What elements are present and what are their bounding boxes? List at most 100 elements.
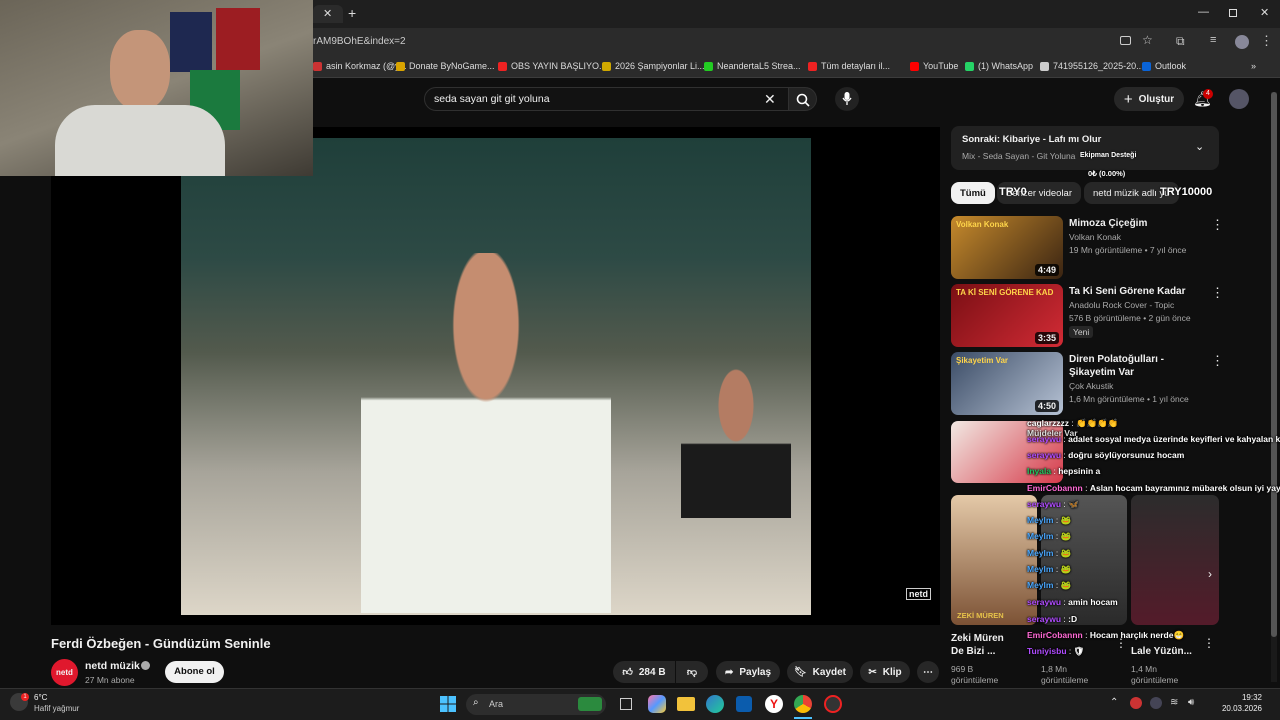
edge-icon[interactable] — [706, 695, 724, 713]
bookmark-favicon-icon — [1142, 61, 1151, 71]
short-title[interactable]: Lale Yüzün... — [1131, 646, 1192, 657]
voice-search-button[interactable] — [835, 87, 859, 111]
star-icon[interactable]: ☆ — [1142, 33, 1153, 47]
chat-username: EmirCobannn — [1027, 630, 1083, 640]
minimize-icon[interactable]: — — [1198, 6, 1209, 18]
bookmark-item[interactable]: Tüm detayları il... — [808, 61, 890, 71]
search-button[interactable] — [789, 87, 817, 111]
kebab-icon[interactable]: ⋮ — [1211, 217, 1224, 233]
chevron-right-icon[interactable]: › — [1208, 567, 1212, 581]
new-tab-icon[interactable]: + — [348, 5, 356, 21]
rec-thumbnail[interactable]: Volkan Konak 4:49 — [951, 216, 1063, 279]
bookmarks-overflow-icon[interactable]: » — [1251, 61, 1256, 71]
maximize-icon[interactable] — [1229, 9, 1237, 17]
short-thumb-label: ZEKİ MÜREN — [957, 611, 1004, 620]
kebab-icon[interactable]: ⋮ — [1203, 636, 1215, 650]
rec-thumbnail[interactable]: TA Kİ SENİ GÖRENE KAD 3:35 — [951, 284, 1063, 347]
tray-app-icon[interactable] — [1130, 697, 1142, 709]
bookmark-item[interactable]: YouTube — [910, 61, 958, 71]
tray-app-icon[interactable] — [1150, 697, 1162, 709]
musician-figure — [681, 368, 791, 518]
volume-icon[interactable]: 🔊︎ — [1188, 697, 1194, 708]
rec-title[interactable]: Ta Ki Seni Görene Kadar — [1069, 285, 1209, 298]
short-thumbnail[interactable] — [1131, 495, 1219, 625]
save-button[interactable]: 🔖︎ Kaydet — [787, 661, 853, 683]
video-player[interactable]: netd — [51, 127, 940, 625]
clock-time[interactable]: 19:32 — [1220, 693, 1262, 702]
chevron-down-icon[interactable]: ⌄ — [1195, 140, 1204, 153]
cast-icon[interactable] — [1120, 36, 1131, 45]
bookmark-item[interactable]: OBS YAYIN BAŞLIYO... — [498, 61, 607, 71]
rec-channel[interactable]: Anadolu Rock Cover - Topic — [1069, 300, 1174, 310]
clip-button[interactable]: ✂ Klip — [860, 661, 910, 683]
channel-avatar[interactable]: netd — [51, 659, 78, 686]
scrollbar[interactable] — [1271, 92, 1277, 682]
scrollbar-thumb[interactable] — [1271, 92, 1277, 637]
like-button[interactable]: 👍︎ 284 B — [613, 661, 675, 683]
chat-message: Meylm : 🐸 — [1027, 515, 1072, 525]
share-button[interactable]: ➦ Paylaş — [716, 661, 780, 683]
goal-min: TRY0 — [999, 186, 1027, 198]
bookmark-favicon-icon — [910, 61, 919, 71]
kebab-icon[interactable]: ⋮ — [1211, 353, 1224, 369]
channel-name[interactable]: netd müzik — [85, 660, 140, 672]
more-actions-button[interactable]: ⋯ — [917, 661, 939, 683]
create-button[interactable]: + Oluştur — [1114, 87, 1184, 111]
profile-icon[interactable] — [1235, 35, 1249, 49]
file-explorer-icon[interactable] — [677, 697, 695, 711]
windows-start-icon[interactable] — [440, 696, 456, 712]
rec-meta: 1,6 Mn görüntüleme • 1 yıl önce — [1069, 394, 1189, 404]
clear-search-icon[interactable]: ✕ — [764, 91, 776, 108]
bookmark-item[interactable]: Donate ByNoGame... — [396, 61, 495, 71]
search-input[interactable]: seda sayan git git yoluna — [434, 93, 550, 105]
duration-badge: 3:35 — [1034, 332, 1059, 344]
thumbs-up-icon: 👍︎ — [622, 667, 633, 678]
clock-date[interactable]: 20.03.2026 — [1210, 704, 1262, 713]
kebab-icon[interactable]: ⋮ — [1211, 285, 1224, 301]
mix-label: Mix - Seda Sayan - Git Yoluna — [962, 151, 1076, 161]
bookmark-item[interactable]: 741955126_2025-20... — [1040, 61, 1144, 71]
avatar[interactable] — [1229, 89, 1249, 109]
rec-channel[interactable]: Çok Akustik — [1069, 381, 1113, 391]
short-title[interactable]: Zeki Müren De Bizi ... — [951, 632, 1013, 658]
yandex-icon[interactable]: Y — [765, 695, 783, 713]
chat-message: seraywu : adalet sosyal medya üzerinde k… — [1027, 434, 1280, 444]
rec-thumbnail[interactable]: Şikayetim Var 4:50 — [951, 352, 1063, 415]
dislike-button[interactable]: 👎︎ — [676, 661, 708, 683]
tray-chevron-icon[interactable]: ⌃ — [1110, 697, 1118, 708]
clip-label: Klip — [882, 666, 902, 678]
menu-icon[interactable]: ⋮ — [1260, 33, 1273, 49]
obs-icon[interactable] — [824, 695, 842, 713]
bookmark-item[interactable]: 2026 Şampiyonlar Li... — [602, 61, 705, 71]
bookmark-item[interactable]: asin Korkmaz (@y... — [313, 61, 407, 71]
bookmark-favicon-icon — [808, 61, 817, 71]
bookmark-item[interactable]: NeandertaL5 Strea... — [704, 61, 801, 71]
task-view-icon[interactable] — [620, 698, 632, 710]
subscribe-button[interactable]: Abone ol — [165, 661, 224, 683]
tab-search-icon[interactable]: ≡ — [1210, 34, 1216, 46]
rec-title[interactable]: Mimoza Çiçeğim — [1069, 217, 1209, 230]
url-text[interactable]: rAM9BOhE&index=2 — [313, 36, 406, 47]
search-box[interactable]: seda sayan git git yoluna ✕ — [424, 87, 789, 111]
bookmark-item[interactable]: (1) WhatsApp — [965, 61, 1033, 71]
chat-username: seraywu — [1027, 614, 1062, 624]
windows-taskbar: 1 6°C Hafif yağmur ⌕ Ara Y ⌃ ≋ 🔊︎ 19:32 … — [0, 688, 1280, 720]
chat-text: 🐸 — [1060, 548, 1072, 558]
chat-username: seraywu — [1027, 597, 1062, 607]
close-window-icon[interactable]: ✕ — [1260, 6, 1269, 19]
wifi-icon[interactable]: ≋ — [1170, 697, 1178, 708]
playlist-queue-panel[interactable]: Sonraki: Kibariye - Lafı mı Olur Mix - S… — [951, 126, 1219, 170]
rec-channel[interactable]: Volkan Konak — [1069, 232, 1121, 242]
rec-title[interactable]: Diren Polatoğulları - Şikayetim Var — [1069, 353, 1209, 379]
bookmark-item[interactable]: Outlook — [1142, 61, 1186, 71]
extensions-icon[interactable]: ⧉ — [1176, 34, 1185, 49]
copilot-icon[interactable] — [648, 695, 666, 713]
chip-all[interactable]: Tümü — [951, 182, 995, 204]
taskbar-search[interactable]: ⌕ Ara — [466, 694, 606, 715]
chrome-icon[interactable] — [794, 695, 812, 713]
bookmark-favicon-icon — [602, 61, 611, 71]
tab-close-icon[interactable]: ✕ — [323, 7, 332, 20]
store-icon[interactable] — [736, 696, 752, 712]
chat-text: :D — [1068, 614, 1078, 624]
short-thumbnail[interactable]: ZEKİ MÜREN — [951, 495, 1037, 625]
